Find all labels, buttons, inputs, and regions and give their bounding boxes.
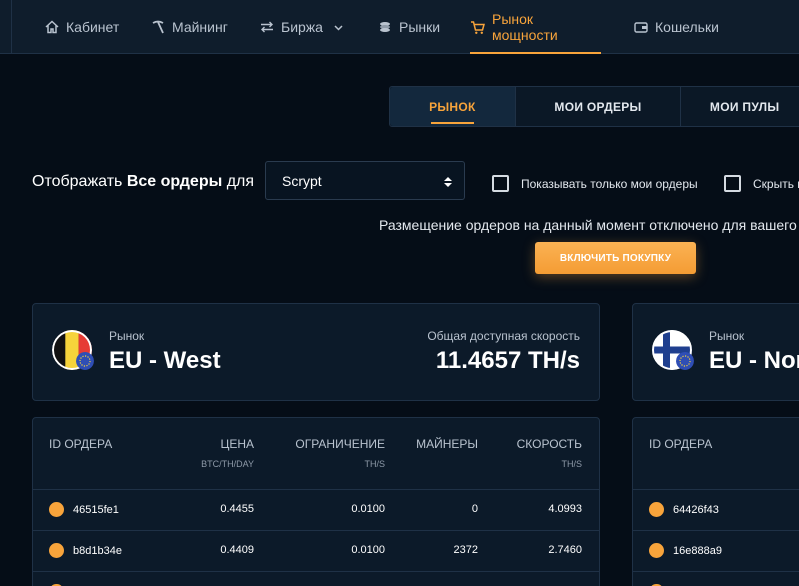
nav-label: Рынки	[399, 19, 441, 35]
total-speed-label: Общая доступная скорость	[427, 329, 580, 343]
filter-prefix: Отображать	[32, 173, 123, 190]
cart-icon	[470, 20, 485, 35]
chevron-down-icon	[334, 19, 343, 35]
tab-market[interactable]: РЫНОК	[390, 87, 516, 126]
tab-label: МОИ ОРДЕРЫ	[554, 99, 642, 114]
tab-label: РЫНОК	[429, 99, 476, 114]
market-name: EU - West	[109, 347, 221, 374]
row-divider	[33, 571, 599, 572]
row-divider	[633, 530, 799, 531]
nav-label: Кошельки	[655, 19, 719, 35]
nav-item-markets[interactable]: Рынки	[377, 0, 440, 54]
filter-suffix: для	[226, 173, 255, 190]
wallet-icon	[633, 20, 648, 35]
tab-label: МОИ ПУЛЫ	[709, 99, 780, 114]
total-speed-value: 11.4657 TH/s	[435, 347, 580, 374]
column-price-unit: BTC/TH/DAY	[201, 459, 254, 469]
nav-item-hashpower-market[interactable]: Рынок мощности	[470, 0, 601, 54]
order-miners: 2372	[453, 544, 478, 556]
filter-label: Отображать Все ордеры для	[32, 173, 254, 191]
exchange-icon	[259, 20, 274, 35]
eu-badge-icon	[76, 352, 94, 370]
eu-badge-icon	[676, 352, 694, 370]
nav-item-exchange[interactable]: Биржа	[259, 0, 343, 54]
order-speed: 4.0993	[548, 503, 582, 515]
column-miners[interactable]: МАЙНЕРЫ	[416, 437, 478, 451]
top-navigation: Кабинет Майнинг Биржа Рынки Рынок мощнос…	[0, 0, 799, 54]
market-label: Рынок	[109, 329, 145, 343]
header-divider	[33, 489, 599, 490]
orders-disabled-notice: Размещение ордеров на данный момент откл…	[379, 217, 799, 233]
filter-all-orders: Все ордеры	[126, 173, 223, 190]
order-miners: 0	[471, 503, 478, 515]
order-id[interactable]: 16e888a9	[673, 545, 722, 557]
market-card-eu-west: Рынок EU - West Общая доступная скорость…	[32, 303, 600, 401]
nav-label: Кабинет	[66, 19, 120, 35]
orders-table-eu-west: ID ОРДЕРА ЦЕНА BTC/TH/DAY ОГРАНИЧЕНИЕ TH…	[32, 417, 600, 586]
market-name: EU - Nor	[709, 347, 799, 374]
column-order-id[interactable]: ID ОРДЕРА	[649, 437, 712, 451]
column-limit[interactable]: ОГРАНИЧЕНИЕ	[295, 437, 385, 451]
order-limit: 0.0100	[351, 544, 385, 556]
market-tabs: РЫНОК МОИ ОРДЕРЫ МОИ ПУЛЫ	[389, 86, 799, 127]
market-card-eu-north: Рынок EU - Nor	[632, 303, 799, 401]
orders-table-eu-north: ID ОРДЕРА 64426f43 16e888a9	[632, 417, 799, 586]
nav-label: Майнинг	[172, 19, 228, 35]
market-label: Рынок	[709, 329, 745, 343]
column-order-id[interactable]: ID ОРДЕРА	[49, 437, 112, 451]
active-tab-underline	[431, 122, 474, 124]
select-arrows-icon	[444, 175, 452, 191]
nav-item-mining[interactable]: Майнинг	[150, 0, 228, 54]
order-status-dot	[49, 502, 64, 517]
algorithm-select[interactable]: Scrypt	[265, 161, 465, 200]
column-limit-unit: TH/S	[364, 459, 385, 469]
column-price[interactable]: ЦЕНА	[220, 437, 254, 451]
order-limit: 0.0100	[351, 503, 385, 515]
row-divider	[633, 571, 799, 572]
header-divider	[633, 489, 799, 490]
nav-item-cabinet[interactable]: Кабинет	[44, 0, 119, 54]
tab-my-orders[interactable]: МОИ ОРДЕРЫ	[516, 87, 682, 126]
nav-item-wallets[interactable]: Кошельки	[633, 0, 719, 54]
enable-buying-button[interactable]: ВКЛЮЧИТЬ ПОКУПКУ	[535, 242, 696, 274]
nav-label: Рынок мощности	[492, 11, 558, 43]
order-status-dot	[649, 543, 664, 558]
column-speed-unit: TH/S	[561, 459, 582, 469]
hide-label: Скрыть н	[753, 177, 799, 191]
tab-my-pools[interactable]: МОИ ПУЛЫ	[681, 87, 799, 126]
order-id[interactable]: 46515fe1	[73, 504, 119, 516]
show-only-mine-checkbox[interactable]	[492, 175, 509, 192]
order-price: 0.4409	[220, 544, 254, 556]
coins-icon	[377, 20, 392, 35]
show-only-mine-label: Показывать только мои ордеры	[521, 177, 698, 191]
home-icon	[44, 20, 59, 35]
order-price: 0.4455	[220, 503, 254, 515]
order-speed: 2.7460	[548, 544, 582, 556]
pickaxe-icon	[150, 20, 165, 35]
hide-checkbox[interactable]	[724, 175, 741, 192]
column-speed[interactable]: СКОРОСТЬ	[517, 437, 582, 451]
nav-divider	[11, 0, 12, 54]
order-status-dot	[49, 543, 64, 558]
row-divider	[33, 530, 599, 531]
nav-label: Биржа	[281, 19, 323, 35]
order-id[interactable]: b8d1b34e	[73, 545, 122, 557]
order-status-dot	[649, 502, 664, 517]
algorithm-value: Scrypt	[282, 172, 322, 189]
order-id[interactable]: 64426f43	[673, 504, 719, 516]
